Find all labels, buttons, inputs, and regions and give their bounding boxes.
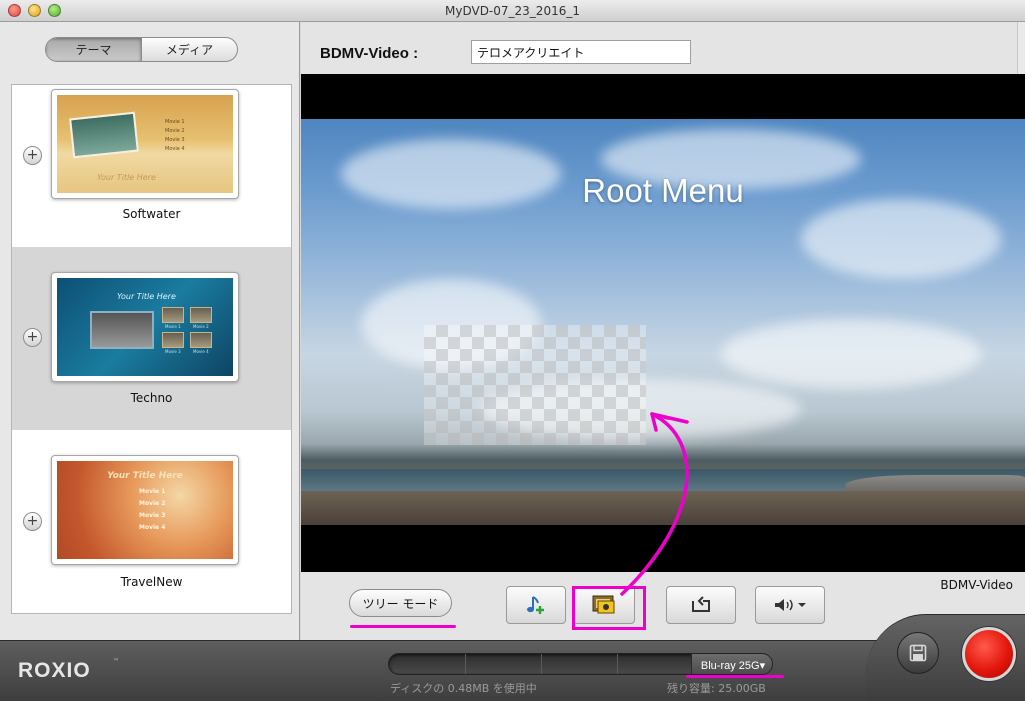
add-theme-techno-button[interactable]: + bbox=[23, 328, 42, 347]
disc-used-text: ディスクの 0.48MB を使用中 bbox=[390, 682, 537, 695]
roxio-logo: ROXIO bbox=[18, 659, 91, 682]
thumbnail-title: Your Title Here bbox=[117, 292, 176, 301]
thumbnail-menu-item: Movie 2 bbox=[139, 500, 166, 507]
editor-area: BDMV-Video : Root Menu ツリー モード bbox=[301, 22, 1025, 640]
softwater-thumbnail: Movie 1 Movie 2 Movie 3 Movie 4 Your Tit… bbox=[57, 95, 233, 193]
annotation-underline-tree-mode bbox=[350, 625, 456, 628]
menu-preview[interactable]: Root Menu bbox=[301, 74, 1025, 572]
empty-media-placeholder[interactable] bbox=[424, 325, 646, 445]
thumbnail-chapter bbox=[162, 307, 184, 323]
travelnew-thumbnail: Your Title Here Movie 1 Movie 2 Movie 3 … bbox=[57, 461, 233, 559]
thumbnail-photo bbox=[90, 311, 154, 349]
add-theme-travelnew-button[interactable]: + bbox=[23, 512, 42, 531]
disc-usage-meter: Blu-ray 25G▾ bbox=[388, 653, 773, 675]
theme-name-travelnew: TravelNew bbox=[120, 575, 183, 589]
theme-list[interactable]: + Movie 1 Movie 2 Movie 3 Movie 4 Your T… bbox=[11, 84, 292, 614]
music-note-plus-icon bbox=[527, 596, 544, 614]
thumbnail-menu-item: Movie 4 bbox=[165, 146, 185, 152]
beach bbox=[301, 491, 1025, 525]
thumbnail-menu-item: Movie 4 bbox=[139, 524, 166, 531]
annotation-highlight-background-button bbox=[572, 586, 646, 630]
loop-button[interactable] bbox=[666, 586, 736, 624]
add-theme-softwater-button[interactable]: + bbox=[23, 146, 42, 165]
thumbnail-menu-item: Movie 1 bbox=[139, 488, 166, 495]
thumbnail-title: Your Title Here bbox=[97, 173, 156, 182]
window-titlebar: MyDVD-07_23_2016_1 bbox=[0, 0, 1025, 22]
theme-item-travelnew[interactable]: + Your Title Here Movie 1 Movie 2 Movie … bbox=[12, 430, 291, 612]
cloud bbox=[721, 319, 981, 389]
thumbnail-menu-item: Movie 3 bbox=[165, 349, 181, 354]
techno-thumbnail: Your Title Here Movie 1 Movie 2 Movie 3 … bbox=[57, 278, 233, 376]
output-format-label: BDMV-Video bbox=[940, 578, 1013, 592]
disc-free-text: 残り容量: 25.00GB bbox=[667, 682, 766, 695]
thumbnail-menu-item: Movie 2 bbox=[165, 128, 185, 134]
thumbnail-menu-item: Movie 3 bbox=[139, 512, 166, 519]
add-music-button[interactable] bbox=[506, 586, 566, 624]
theme-thumbnail-frame[interactable]: Your Title Here Movie 1 Movie 2 Movie 3 … bbox=[51, 272, 239, 382]
thumbnail-menu-item: Movie 2 bbox=[193, 324, 209, 329]
tab-theme[interactable]: テーマ bbox=[46, 38, 142, 61]
logo-trademark: ™ bbox=[113, 658, 119, 665]
thumbnail-menu-item: Movie 1 bbox=[165, 324, 181, 329]
tab-media[interactable]: メディア bbox=[142, 38, 237, 61]
volume-button[interactable] bbox=[755, 586, 825, 624]
thumbnail-chapter bbox=[190, 332, 212, 348]
project-name-input[interactable] bbox=[471, 40, 691, 64]
menu-title[interactable]: Root Menu bbox=[301, 172, 1025, 210]
thumbnail-photo bbox=[69, 111, 139, 159]
thumbnail-chapter bbox=[162, 332, 184, 348]
project-type-label: BDMV-Video : bbox=[320, 45, 419, 62]
thumbnail-menu-item: Movie 3 bbox=[165, 137, 185, 143]
theme-name-techno: Techno bbox=[130, 391, 173, 405]
chevron-down-icon bbox=[798, 603, 806, 607]
sidebar-segmented-control: テーマ メディア bbox=[45, 37, 238, 62]
meter-divider bbox=[465, 654, 466, 674]
thumbnail-menu-item: Movie 1 bbox=[165, 119, 185, 125]
theme-item-softwater[interactable]: + Movie 1 Movie 2 Movie 3 Movie 4 Your T… bbox=[12, 85, 291, 267]
cloud bbox=[801, 199, 1001, 279]
speaker-icon bbox=[775, 599, 806, 611]
thumbnail-menu-item: Movie 4 bbox=[193, 349, 209, 354]
floppy-disk-icon bbox=[909, 644, 927, 662]
window-title: MyDVD-07_23_2016_1 bbox=[445, 4, 580, 18]
tree-mode-button[interactable]: ツリー モード bbox=[349, 589, 452, 617]
meter-divider bbox=[541, 654, 542, 674]
save-button[interactable] bbox=[897, 632, 939, 674]
disc-type-dropdown[interactable]: Blu-ray 25G▾ bbox=[691, 654, 772, 674]
thumbnail-title: Your Title Here bbox=[107, 471, 183, 481]
theme-sidebar: テーマ メディア + Movie 1 Movie 2 Movie 3 Movie… bbox=[0, 22, 300, 640]
annotation-underline-disc-type bbox=[686, 675, 784, 678]
loop-icon bbox=[692, 596, 710, 612]
theme-thumbnail-frame[interactable]: Your Title Here Movie 1 Movie 2 Movie 3 … bbox=[51, 455, 239, 565]
theme-item-techno[interactable]: + Your Title Here Movie 1 Movie 2 Movie … bbox=[12, 247, 291, 430]
thumbnail-chapter bbox=[190, 307, 212, 323]
burn-button[interactable] bbox=[962, 627, 1016, 681]
theme-name-softwater: Softwater bbox=[122, 207, 181, 221]
meter-divider bbox=[617, 654, 618, 674]
theme-thumbnail-frame[interactable]: Movie 1 Movie 2 Movie 3 Movie 4 Your Tit… bbox=[51, 89, 239, 199]
